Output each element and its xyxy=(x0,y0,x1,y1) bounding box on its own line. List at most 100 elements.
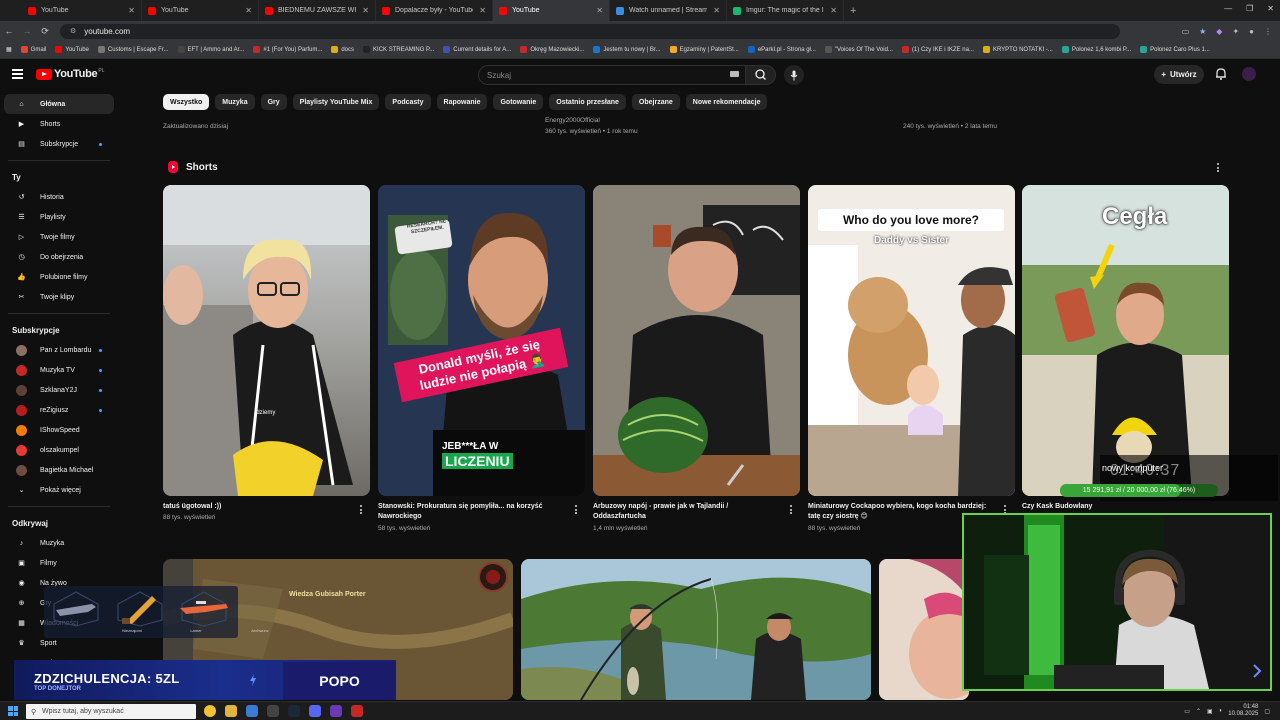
close-tab-icon[interactable]: ✕ xyxy=(713,6,720,15)
chip-0[interactable]: Wszystko xyxy=(163,94,210,110)
bookmark-item[interactable]: Polonez Caro Plus 1... xyxy=(1140,46,1210,53)
short-title[interactable]: tatuś ügotowal :)) xyxy=(163,502,348,512)
sidebar-item-you-0[interactable]: ↺ Historia xyxy=(4,187,114,207)
bookmark-item[interactable]: KICK STREAMING P... xyxy=(363,46,434,53)
sidebar-section-subscriptions[interactable]: Subskrypcje xyxy=(0,320,118,340)
sidebar-item-sub-6[interactable]: Bagietka Michael xyxy=(4,460,114,480)
short-thumbnail[interactable]: Who do you love more? Daddy vs Sister xyxy=(808,185,1015,496)
shorts-section-menu-icon[interactable] xyxy=(1217,163,1220,174)
network-icon[interactable]: ▣ xyxy=(1207,708,1213,715)
steam-taskbar-icon[interactable] xyxy=(288,705,300,717)
tray-keyboard-icon[interactable]: ▭ xyxy=(1184,708,1190,715)
chip-8[interactable]: Obejrzane xyxy=(631,94,680,110)
chip-6[interactable]: Gotowanie xyxy=(493,94,544,110)
bookmark-item[interactable]: KRYPTO NOTATKI -... xyxy=(982,46,1053,53)
bookmark-item[interactable]: docs xyxy=(331,46,354,53)
volume-icon[interactable]: ◖ xyxy=(1219,708,1223,714)
back-icon[interactable]: ← xyxy=(0,26,18,36)
sidebar-item-sub-2[interactable]: SzklanaY2J xyxy=(4,380,114,400)
sidebar-item-main-1[interactable]: ▶ Shorts xyxy=(4,114,114,134)
maximize-icon[interactable]: ❐ xyxy=(1246,4,1253,13)
sidebar-item-you-1[interactable]: ☰ Playlisty xyxy=(4,207,114,227)
extensions-puzzle-icon[interactable]: ✦ xyxy=(1232,27,1239,36)
bookmark-item[interactable]: EFT | Ammo and Ar... xyxy=(177,46,244,53)
browser-tab[interactable]: Watch unnamed | Streamable✕ xyxy=(610,0,727,21)
file-explorer-icon[interactable] xyxy=(225,705,237,717)
discord-taskbar-icon[interactable] xyxy=(309,705,321,717)
bookmark-star-icon[interactable]: ★ xyxy=(1199,27,1206,36)
bookmark-item[interactable]: "Voices Of The Void... xyxy=(824,46,893,53)
sidebar-item-sub-1[interactable]: Muzyka TV xyxy=(4,360,114,380)
extension-icon[interactable]: ◆ xyxy=(1216,27,1222,36)
hamburger-menu-icon[interactable] xyxy=(12,69,23,79)
chip-1[interactable]: Muzyka xyxy=(215,94,255,110)
browser-tab[interactable]: Dopalacze były - YouTube ✕ xyxy=(376,0,493,21)
close-tab-icon[interactable]: ✕ xyxy=(128,6,135,15)
chip-7[interactable]: Ostatnio przesłane xyxy=(549,94,626,110)
sidebar-item-sub-4[interactable]: IShowSpeed xyxy=(4,420,114,440)
system-clock[interactable]: 01:48 10.08.2025 xyxy=(1228,704,1258,718)
bookmark-item[interactable]: YouTube xyxy=(55,46,89,53)
sidebar-item-explore-1[interactable]: ▣ Filmy xyxy=(4,553,114,573)
account-avatar[interactable] xyxy=(1242,67,1256,81)
short-title[interactable]: Czy Kask Budowlany xyxy=(1022,502,1102,512)
sidebar-item-explore-0[interactable]: ♪ Muzyka xyxy=(4,533,114,553)
sidebar-section-you[interactable]: Ty xyxy=(0,167,118,187)
youtube-logo[interactable]: YouTube PL xyxy=(36,68,104,80)
sidebar-item-sub-0[interactable]: Pan z Lombardu xyxy=(4,340,114,360)
sidebar-item-sub-3[interactable]: reZigiusz xyxy=(4,400,114,420)
forward-icon[interactable]: → xyxy=(18,26,36,36)
bookmark-item[interactable]: eParkI.pl - Strona gł... xyxy=(747,46,816,53)
address-input[interactable]: ⚙ youtube.com xyxy=(60,23,1120,39)
profile-icon[interactable]: ● xyxy=(1249,27,1254,36)
bookmark-item[interactable]: Gmail xyxy=(20,46,46,53)
browser-tab-active[interactable]: YouTube ✕ xyxy=(493,0,610,21)
short-title[interactable]: Arbuzowy napój - prawie jak w Tajlandii … xyxy=(593,502,778,522)
close-tab-icon[interactable]: ✕ xyxy=(596,6,603,15)
video-thumbnail[interactable] xyxy=(521,559,871,700)
menu-kebab-icon[interactable]: ⋮ xyxy=(1264,27,1272,36)
app-taskbar-icon[interactable] xyxy=(330,705,342,717)
bookmark-item[interactable]: Current details for A... xyxy=(443,46,511,53)
chrome-taskbar-icon[interactable] xyxy=(204,705,216,717)
browser-tab[interactable]: YouTube ✕ xyxy=(22,0,142,21)
chip-9[interactable]: Nowe rekomendacje xyxy=(685,94,768,110)
bookmark-item[interactable]: Egzaminy | PatentSt... xyxy=(669,46,739,53)
close-tab-icon[interactable]: ✕ xyxy=(245,6,252,15)
cast-icon[interactable]: ▭ xyxy=(1182,27,1190,36)
app-taskbar-icon[interactable] xyxy=(246,705,258,717)
sidebar-item-you-4[interactable]: 👍 Polubione filmy xyxy=(4,267,114,287)
notifications-icon[interactable]: ▢ xyxy=(1264,708,1270,715)
bookmark-item[interactable]: Jestem tu nowy | Br... xyxy=(593,46,661,53)
chip-5[interactable]: Rapowanie xyxy=(436,94,488,110)
sidebar-item-you-5[interactable]: ✂ Twoje klipy xyxy=(4,287,114,307)
bookmark-item[interactable]: Customs | Escape Fr... xyxy=(97,46,169,53)
browser-tab[interactable]: BIEDNEMU ZAWSZE WIATR W✕ xyxy=(259,0,376,21)
sidebar-show-more[interactable]: ⌄ Pokaż więcej xyxy=(4,480,114,500)
short-thumbnail[interactable]: Cegła xyxy=(1022,185,1229,496)
video-thumbnail[interactable] xyxy=(879,559,969,700)
short-thumbnail[interactable]: idziemy xyxy=(163,185,370,496)
chip-3[interactable]: Playlisty YouTube Mix xyxy=(292,94,380,110)
sidebar-item-sub-5[interactable]: olszakumpel xyxy=(4,440,114,460)
short-thumbnail[interactable]: RESEARCH? NE SZCZEPIŁEM. Donald myśli, ż… xyxy=(378,185,585,496)
app-taskbar-icon[interactable] xyxy=(267,705,279,717)
bookmark-item[interactable]: #1 (For You) Parfum... xyxy=(253,46,322,53)
search-input[interactable]: Szukaj xyxy=(478,65,746,85)
new-tab-icon[interactable]: + xyxy=(844,5,862,17)
bookmark-item[interactable]: (1) Czy IKE i IKZE na... xyxy=(901,46,974,53)
obs-taskbar-icon[interactable] xyxy=(351,705,363,717)
short-title[interactable]: Stanowski: Prokuratura się pomyliła... n… xyxy=(378,502,563,522)
sidebar-item-you-2[interactable]: ▷ Twoje filmy xyxy=(4,227,114,247)
close-window-icon[interactable]: ✕ xyxy=(1267,4,1274,13)
sidebar-section-explore[interactable]: Odkrywaj xyxy=(0,513,118,533)
site-info-icon[interactable]: ⚙ xyxy=(70,27,76,35)
close-tab-icon[interactable]: ✕ xyxy=(362,6,369,15)
create-button[interactable]: + Utwórz xyxy=(1154,65,1204,84)
apps-grid-icon[interactable]: ▦ xyxy=(6,46,12,53)
tray-expand-icon[interactable]: ⌃ xyxy=(1196,708,1201,715)
short-menu-icon[interactable] xyxy=(360,505,363,516)
taskbar-search-input[interactable]: ⚲ Wpisz tutaj, aby wyszukać xyxy=(26,704,196,719)
notifications-bell-icon[interactable] xyxy=(1214,67,1228,81)
short-menu-icon[interactable] xyxy=(575,505,578,516)
